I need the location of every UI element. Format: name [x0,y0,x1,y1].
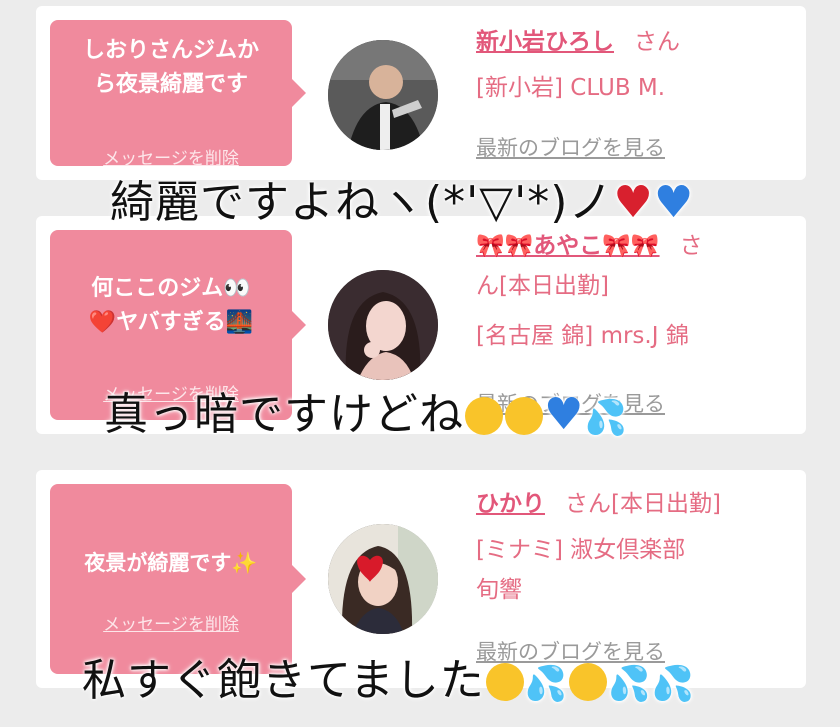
sender-name[interactable]: 🎀🎀あやこ🎀🎀 [476,233,660,259]
avatar-photo [328,270,438,380]
sender-info: 🎀🎀あやこ🎀🎀 さ ん[本日出勤] [名古屋 錦] mrs.J 錦 [476,226,796,356]
blue-heart-icon: ♥ [544,389,585,440]
tears-of-joy-icon [465,397,503,435]
avatar-photo [328,524,438,634]
delete-message-link[interactable]: メッセージを削除 [50,610,292,635]
sender-info: ひかり さん[本日出勤] [ミナミ] 淑女倶楽部 旬響 [476,484,796,610]
message-text: 夜景が綺麗です✨ [84,551,258,575]
honorific: さん [634,29,680,55]
message-card: しおりさんジムか ら夜景綺麗です メッセージを削除 新小岩ひろし さん [新小岩]… [36,6,806,180]
message-bubble: しおりさんジムか ら夜景綺麗です メッセージを削除 [50,20,306,169]
grinning-sweat-icon [569,663,608,701]
message-text: 何ここのジム👀 ❤️ヤバすぎる🌉 [88,276,254,335]
shop-name: [新小岩] CLUB M. [476,75,666,101]
sender-name[interactable]: ひかり [476,491,545,517]
latest-blog-link[interactable]: 最新のブログを見る [476,132,665,162]
blue-heart-icon: ♥ [653,177,695,228]
avatar-photo [328,40,438,150]
overlay-caption: 真っ暗ですけどね ♥💦 [104,378,628,442]
overlay-caption-text: 綺麗ですよねヽ(*'▽'*)ノ [110,177,614,228]
avatar[interactable] [328,524,438,634]
tears-of-joy-icon [505,397,543,435]
shop-name-line2: 旬響 [476,577,522,603]
avatar[interactable] [328,270,438,380]
honorific: さ [679,233,703,259]
sender-info: 新小岩ひろし さん [新小岩] CLUB M. [476,22,796,108]
overlay-caption: 綺麗ですよねヽ(*'▽'*)ノ♥♥ [110,166,694,230]
message-text: しおりさんジムか ら夜景綺麗です [82,38,259,97]
honorific: さん[本日出勤] [565,491,721,517]
sweat-droplets-icon: 💦 [524,664,569,704]
loudly-crying-icon [485,663,524,701]
shop-name: [名古屋 錦] mrs.J 錦 [476,323,689,349]
shop-name: [ミナミ] 淑女倶楽部 [476,537,686,563]
overlay-caption-text: 真っ暗ですけどね [104,389,464,440]
sweat-droplets-icon: 💦 [651,664,695,704]
work-status: ん[本日出勤] [476,273,609,299]
sender-name[interactable]: 新小岩ひろし [476,29,614,55]
red-heart-icon: ♥ [613,177,654,228]
sweat-droplets-icon: 💦 [608,664,652,704]
overlay-caption: 私すぐ飽きてました 💦 💦💦 [82,644,695,708]
avatar[interactable] [328,40,438,150]
overlay-caption-text: 私すぐ飽きてました [82,655,485,706]
sweat-droplets-icon: 💦 [584,398,628,438]
